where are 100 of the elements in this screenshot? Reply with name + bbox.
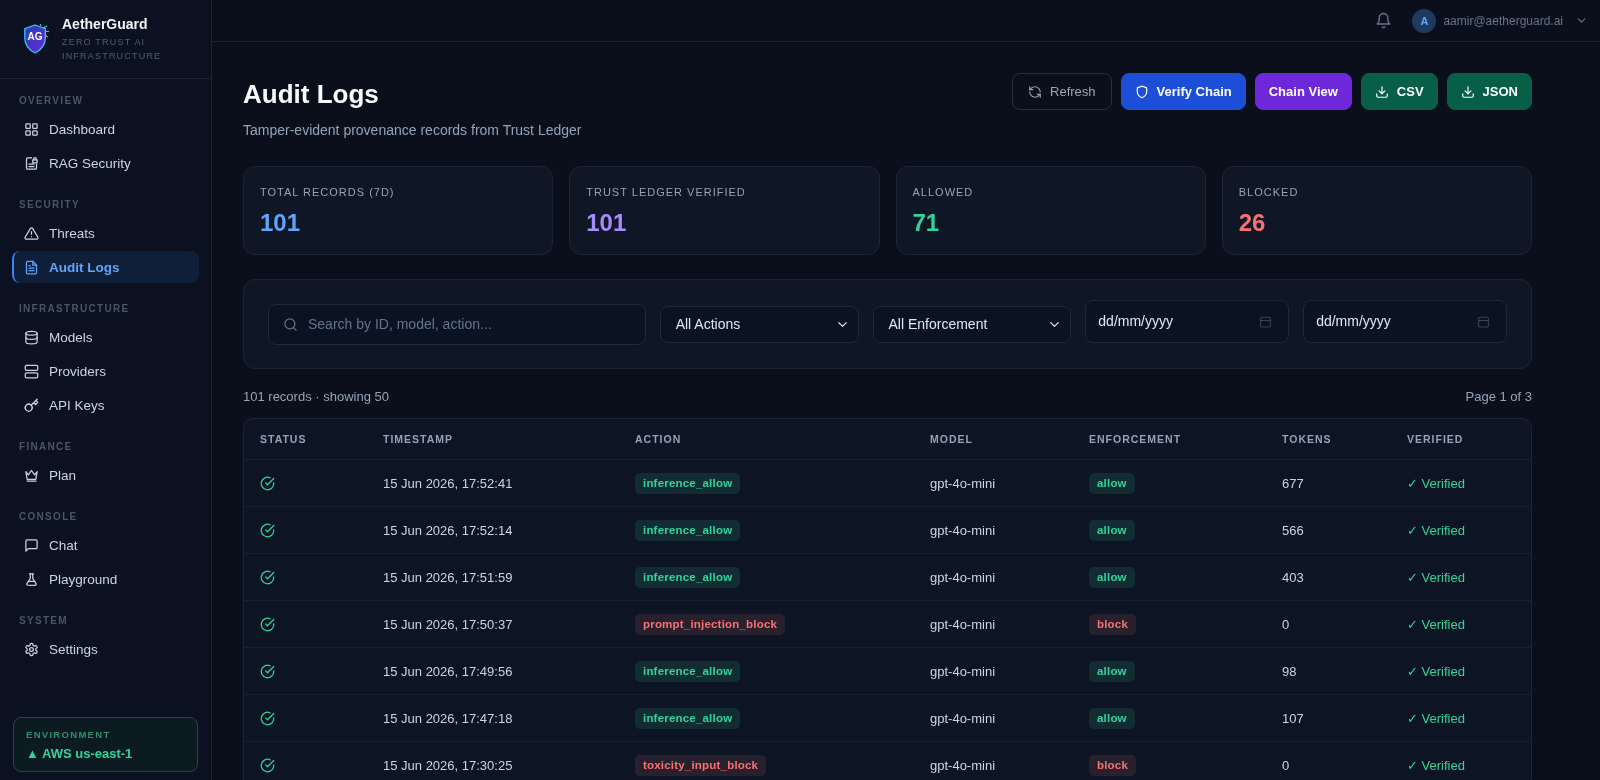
- enforcement-tag: allow: [1089, 472, 1135, 494]
- nav-section-label: SYSTEM: [18, 614, 69, 628]
- action-tag: inference_allow: [635, 566, 741, 588]
- verified-status: ✓ Verified: [1407, 475, 1465, 491]
- table-cell: gpt-4o-mini: [930, 757, 996, 773]
- stat-label: TRUST LEDGER VERIFIED: [586, 185, 747, 199]
- action-tag: inference_allow: [635, 472, 741, 494]
- brand-tagline: ZERO TRUST AI INFRASTRUCTURE: [62, 36, 163, 63]
- enforcement-tag: allow: [1089, 660, 1135, 682]
- settings-icon: [24, 641, 39, 657]
- nav-item[interactable]: Models: [12, 321, 199, 353]
- download-icon: [1460, 84, 1475, 99]
- action-tag: inference_allow: [635, 660, 741, 682]
- environment-label: ENVIRONMENT: [26, 728, 112, 741]
- date-field[interactable]: dd/mm/yyyy: [1303, 299, 1507, 343]
- nav-item[interactable]: Chat: [12, 529, 199, 561]
- nav-section-label: SECURITY: [18, 198, 81, 212]
- nav-section-label: FINANCE: [18, 440, 74, 454]
- table-cell: 98: [1282, 663, 1297, 679]
- verified-status: ✓ Verified: [1407, 663, 1465, 679]
- table-cell: gpt-4o-mini: [930, 710, 996, 726]
- stat-label: ALLOWED: [912, 185, 975, 199]
- action-button[interactable]: Chain View: [1254, 73, 1352, 110]
- shield-icon: [1134, 84, 1149, 99]
- stat-value: 101: [586, 209, 628, 237]
- check-circle-icon: [260, 757, 275, 773]
- table-cell: gpt-4o-mini: [930, 663, 996, 679]
- column-header: ACTION: [634, 433, 683, 445]
- nav-section-label: INFRASTRUCTURE: [18, 302, 131, 316]
- table-cell: 0: [1282, 616, 1290, 632]
- filter-select[interactable]: All Enforcement: [872, 305, 1072, 343]
- filter-select[interactable]: All Actions: [659, 305, 859, 343]
- crown-icon: [24, 467, 39, 483]
- nav-item[interactable]: Dashboard: [12, 113, 199, 145]
- nav-item[interactable]: Providers: [12, 355, 199, 387]
- verified-status: ✓ Verified: [1407, 569, 1465, 585]
- verified-status: ✓ Verified: [1407, 522, 1465, 538]
- table-cell: 15 Jun 2026, 17:52:41: [383, 475, 513, 491]
- document-icon: [24, 259, 39, 275]
- page-indicator: Page 1 of 3: [1465, 388, 1532, 406]
- record-count: 101 records · showing 50: [243, 388, 389, 406]
- stat-value: 101: [260, 209, 302, 237]
- verified-status: ✓ Verified: [1407, 616, 1465, 632]
- app-logo: AG: [22, 23, 50, 55]
- table-cell: 15 Jun 2026, 17:52:14: [383, 522, 513, 538]
- column-header: TOKENS: [1281, 433, 1333, 445]
- nav-item[interactable]: API Keys: [12, 389, 199, 421]
- column-header: STATUS: [259, 433, 308, 445]
- server-icon: [24, 363, 39, 379]
- database-icon: [24, 329, 39, 345]
- nav-item[interactable]: Plan: [12, 459, 199, 491]
- user-email[interactable]: aamir@aetherguard.ai: [1443, 13, 1563, 28]
- action-tag: inference_allow: [635, 519, 741, 541]
- action-button[interactable]: JSON: [1446, 73, 1532, 110]
- enforcement-tag: block: [1089, 754, 1137, 776]
- check-circle-icon: [260, 475, 275, 491]
- nav-item[interactable]: Audit Logs: [12, 251, 199, 283]
- stat-label: BLOCKED: [1238, 185, 1300, 199]
- action-button[interactable]: CSV: [1360, 73, 1438, 110]
- nav-item[interactable]: Playground: [12, 563, 199, 595]
- action-button[interactable]: Verify Chain: [1120, 73, 1246, 110]
- stat-value: 71: [912, 209, 941, 237]
- brand-name: AetherGuard: [62, 15, 149, 33]
- refresh-button[interactable]: Refresh: [1012, 73, 1112, 110]
- verified-status: ✓ Verified: [1407, 710, 1465, 726]
- user-avatar[interactable]: A: [1412, 8, 1437, 33]
- flask-icon: [24, 571, 39, 587]
- table-cell: 15 Jun 2026, 17:51:59: [383, 569, 513, 585]
- enforcement-tag: block: [1089, 613, 1137, 635]
- page-subtitle: Tamper-evident provenance records from Trust Ledger: [243, 121, 582, 139]
- download-icon: [1374, 84, 1389, 99]
- column-header: TIMESTAMP: [382, 433, 455, 445]
- table-cell: 15 Jun 2026, 17:47:18: [383, 710, 513, 726]
- action-tag: toxicity_input_block: [635, 754, 767, 776]
- table-cell: 107: [1282, 710, 1304, 726]
- warning-icon: [24, 225, 39, 241]
- date-field[interactable]: dd/mm/yyyy: [1085, 299, 1290, 343]
- nav-item[interactable]: Threats: [12, 217, 199, 249]
- calendar-icon[interactable]: [1259, 314, 1273, 328]
- enforcement-tag: allow: [1089, 566, 1135, 588]
- stat-value: 26: [1238, 209, 1267, 237]
- environment-value: ▲ AWS us-east-1: [26, 745, 134, 763]
- document-lock-icon: [24, 155, 39, 171]
- calendar-icon[interactable]: [1477, 314, 1490, 328]
- column-header: VERIFIED: [1406, 433, 1465, 445]
- check-circle-icon: [260, 569, 275, 585]
- bell-icon[interactable]: [1375, 12, 1393, 29]
- nav-section-label: OVERVIEW: [18, 94, 85, 108]
- refresh-icon: [1028, 84, 1043, 99]
- check-circle-icon: [260, 663, 275, 679]
- key-icon: [24, 397, 39, 413]
- search-field[interactable]: Search by ID, model, action...: [268, 303, 646, 345]
- grid-icon: [24, 121, 39, 137]
- table-cell: gpt-4o-mini: [930, 475, 996, 491]
- nav-item[interactable]: RAG Security: [12, 147, 199, 179]
- search-icon: [283, 316, 298, 332]
- stat-label: TOTAL RECORDS (7D): [260, 185, 396, 199]
- nav-section-label: CONSOLE: [18, 510, 79, 524]
- table-cell: 15 Jun 2026, 17:50:37: [383, 616, 513, 632]
- nav-item[interactable]: Settings: [12, 633, 199, 665]
